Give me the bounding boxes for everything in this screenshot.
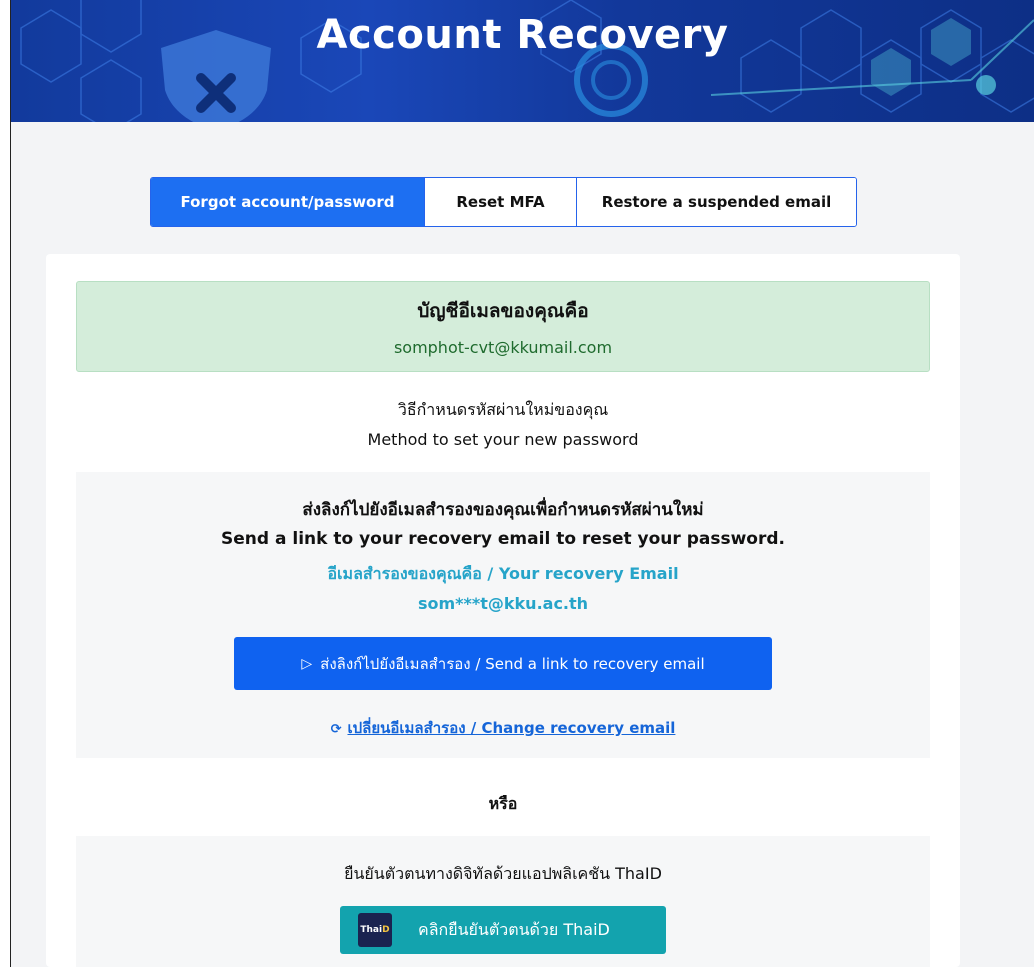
account-title: บัญชีอีเมลของคุณคือ — [417, 300, 589, 322]
page: Account Recovery Forgot account/password… — [0, 0, 1034, 967]
tab-restore-suspended-email[interactable]: Restore a suspended email — [577, 178, 856, 226]
recovery-email-label: อีเมลสำรองของคุณคือ / Your recovery Emai… — [327, 564, 679, 583]
refresh-icon: ⟳ — [330, 722, 342, 737]
recovery-heading-th: ส่งลิงก์ไปยังอีเมลสำรองของคุณเพื่อกำหนดร… — [302, 500, 704, 520]
recovery-tabs: Forgot account/password Reset MFA Restor… — [150, 177, 857, 227]
recovery-card: บัญชีอีเมลของคุณคือ somphot-cvt@kkumail.… — [46, 254, 960, 967]
method-title-en: Method to set your new password — [367, 430, 639, 449]
page-title: Account Recovery — [316, 12, 729, 58]
send-icon: ▷ — [301, 655, 313, 672]
thaid-logo-thai: Thai — [360, 925, 383, 935]
tab-forgot-account[interactable]: Forgot account/password — [151, 178, 425, 226]
tab-reset-mfa[interactable]: Reset MFA — [425, 178, 577, 226]
account-info-box: บัญชีอีเมลของคุณคือ somphot-cvt@kkumail.… — [76, 281, 930, 372]
account-email: somphot-cvt@kkumail.com — [393, 338, 613, 357]
header-banner: Account Recovery — [11, 0, 1034, 122]
send-recovery-link-label: ส่งลิงก์ไปยังอีเมลสำรอง / Send a link to… — [320, 654, 705, 673]
recovery-email-section: ส่งลิงก์ไปยังอีเมลสำรองของคุณเพื่อกำหนดร… — [76, 472, 930, 758]
recovery-heading-en: Send a link to your recovery email to re… — [221, 529, 785, 549]
thaid-verify-label: คลิกยืนยันตัวตนด้วย ThaiD — [418, 919, 610, 939]
window-left-edge — [0, 0, 11, 967]
or-separator: หรือ — [488, 794, 518, 813]
thaid-logo-id: D — [382, 925, 390, 935]
thaid-logo-icon: Thai D — [358, 913, 392, 947]
method-title-th: วิธีกำหนดรหัสผ่านใหม่ของคุณ — [397, 400, 609, 419]
change-recovery-email-label: เปลี่ยนอีเมลสำรอง / Change recovery emai… — [347, 719, 676, 737]
change-recovery-email-link[interactable]: ⟳ เปลี่ยนอีเมลสำรอง / Change recovery ema… — [76, 716, 930, 740]
recovery-email-value: som***t@kku.ac.th — [417, 594, 589, 613]
thaid-description: ยืนยันตัวตนทางดิจิทัลด้วยแอปพลิเคชัน Tha… — [344, 864, 662, 883]
thaid-verify-button[interactable]: Thai D คลิกยืนยันตัวตนด้วย ThaiD — [340, 906, 666, 954]
send-recovery-link-button[interactable]: ▷ ส่งลิงก์ไปยังอีเมลสำรอง / Send a link … — [234, 637, 772, 690]
thaid-section: ยืนยันตัวตนทางดิจิทัลด้วยแอปพลิเคชัน Tha… — [76, 836, 930, 967]
